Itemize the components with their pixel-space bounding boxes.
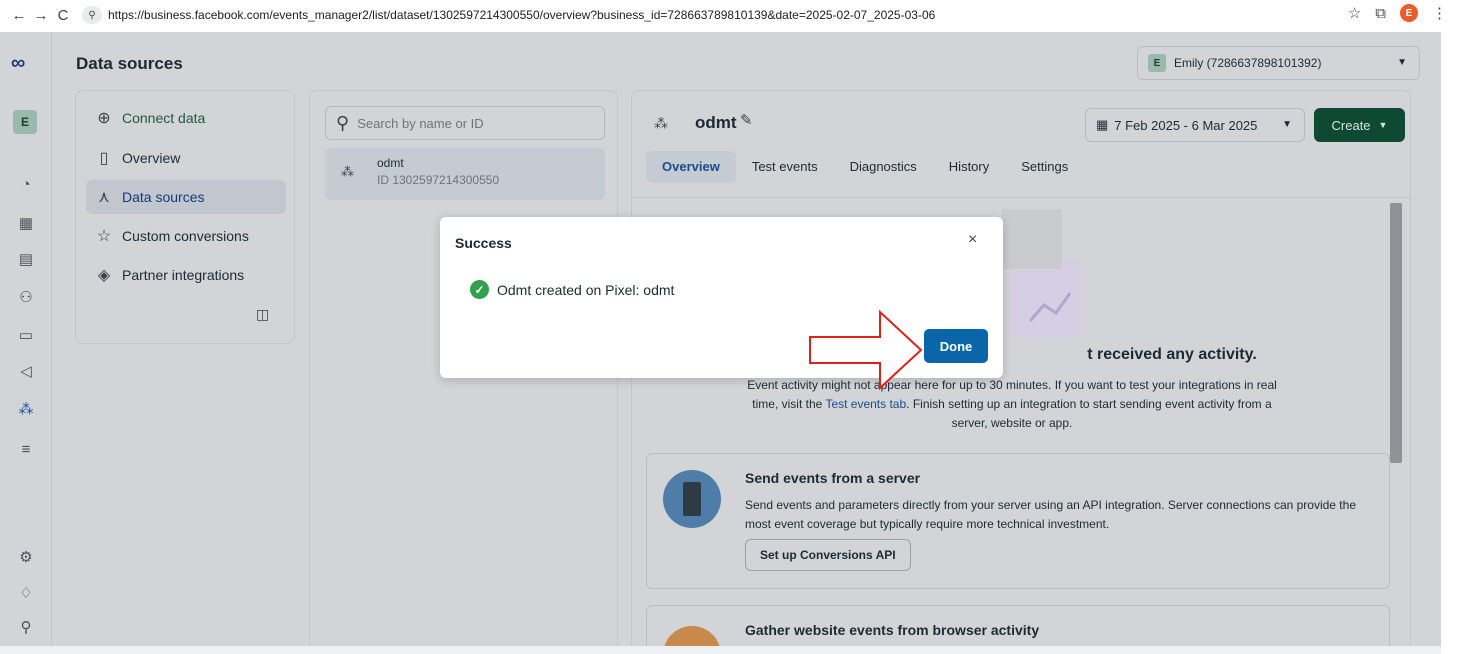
tab-settings[interactable]: Settings bbox=[1005, 151, 1084, 183]
close-icon[interactable]: × bbox=[968, 231, 977, 249]
date-range-label: 7 Feb 2025 - 6 Mar 2025 bbox=[1114, 117, 1258, 133]
nav-connect-data[interactable]: ⊕ Connect data bbox=[86, 101, 286, 135]
server-icon bbox=[663, 470, 721, 528]
dataset-icon: ⁂ bbox=[341, 164, 354, 179]
card-description: Send events and parameters directly from… bbox=[745, 498, 1356, 531]
url-text[interactable]: https://business.facebook.com/events_man… bbox=[108, 8, 935, 22]
extensions-icon[interactable]: ⧉ bbox=[1375, 5, 1386, 22]
empty-desc-part2: . Finish setting up an integration to st… bbox=[906, 397, 1272, 430]
nav-custom-conversions[interactable]: ☆ Custom conversions bbox=[86, 219, 286, 253]
back-icon[interactable]: ← bbox=[8, 7, 30, 24]
forward-icon[interactable]: → bbox=[30, 7, 52, 24]
card-title: Gather website events from browser activ… bbox=[745, 622, 1040, 638]
done-button[interactable]: Done bbox=[924, 329, 988, 363]
dataset-name: odmt bbox=[377, 156, 404, 170]
account-name: Emily (7286637898101392) bbox=[1174, 56, 1322, 70]
success-check-icon: ✓ bbox=[470, 280, 489, 299]
page-title: Data sources bbox=[76, 54, 183, 73]
puzzle-illustration bbox=[1002, 209, 1082, 339]
tab-test-events[interactable]: Test events bbox=[736, 151, 834, 183]
nav-label: Overview bbox=[122, 150, 181, 166]
tab-overview[interactable]: Overview bbox=[646, 151, 736, 183]
megaphone-icon[interactable]: ◁ bbox=[16, 362, 36, 382]
search-icon[interactable]: ⚲ bbox=[16, 618, 36, 638]
pages-icon[interactable]: ▤ bbox=[16, 250, 36, 270]
detail-tabs: Overview Test events Diagnostics History… bbox=[646, 151, 1084, 183]
audience-icon[interactable]: ⚇ bbox=[16, 288, 36, 308]
tab-history[interactable]: History bbox=[933, 151, 1005, 183]
annotation-arrow-icon bbox=[809, 310, 923, 391]
date-range-picker[interactable]: ▦ 7 Feb 2025 - 6 Mar 2025 ▼ bbox=[1085, 108, 1305, 142]
browser-menu-icon[interactable]: ⋮ bbox=[1432, 4, 1447, 22]
site-info-icon[interactable]: ⚲ bbox=[82, 6, 102, 24]
plus-circle-icon: ⊕ bbox=[97, 110, 111, 127]
caret-down-icon: ▼ bbox=[1397, 57, 1407, 68]
handshake-icon: ◈ bbox=[97, 267, 111, 284]
caret-down-icon: ▼ bbox=[1378, 120, 1388, 130]
search-icon: ⚲ bbox=[336, 112, 350, 133]
dataset-icon: ⁂ bbox=[654, 115, 668, 131]
data-sources-icon: ⋏ bbox=[98, 189, 110, 206]
nav-data-sources[interactable]: ⋏ Data sources bbox=[86, 180, 286, 214]
bottom-strip bbox=[0, 646, 1441, 654]
nav-label: Partner integrations bbox=[122, 267, 245, 283]
billing-icon[interactable]: ▭ bbox=[16, 326, 36, 346]
success-message: Odmt created on Pixel: odmt bbox=[497, 282, 675, 298]
setup-conversions-api-button[interactable]: Set up Conversions API bbox=[745, 539, 911, 571]
create-label: Create bbox=[1331, 117, 1371, 133]
nav-overview[interactable]: ▯ Overview bbox=[86, 141, 286, 175]
scrollbar[interactable] bbox=[1390, 203, 1402, 463]
table-icon[interactable]: ▦ bbox=[16, 214, 36, 234]
address-bar[interactable]: ⚲ https://business.facebook.com/events_m… bbox=[82, 3, 935, 27]
account-selector[interactable]: E Emily (7286637898101392) ▼ bbox=[1137, 46, 1420, 80]
page-margin bbox=[1441, 32, 1461, 654]
nav-label: Data sources bbox=[122, 189, 205, 205]
star-circle-icon: ☆ bbox=[96, 228, 112, 245]
dataset-id: ID 1302597214300550 bbox=[377, 173, 500, 187]
tab-diagnostics[interactable]: Diagnostics bbox=[834, 151, 933, 183]
nav-label: Connect data bbox=[122, 110, 206, 126]
meta-logo-icon[interactable]: ∞ bbox=[11, 52, 25, 75]
account-badge[interactable]: E bbox=[13, 110, 37, 134]
profile-avatar[interactable]: E bbox=[1400, 4, 1418, 22]
dashboard-icon[interactable]: ◔ bbox=[16, 175, 36, 195]
left-rail: ∞ E ◔ ▦ ▤ ⚇ ▭ ◁ ⁂ ≡ ⚙ ♢ ⚲ bbox=[0, 32, 52, 654]
settings-icon[interactable]: ⚙ bbox=[16, 548, 36, 568]
nav-partner-integrations[interactable]: ◈ Partner integrations bbox=[86, 258, 286, 292]
create-button[interactable]: Create ▼ bbox=[1314, 108, 1405, 142]
search-placeholder: Search by name or ID bbox=[357, 115, 484, 131]
calendar-icon: ▦ bbox=[1096, 117, 1109, 132]
collapse-panel-icon[interactable]: ◫ bbox=[256, 306, 269, 323]
empty-title-text: t received any activity. bbox=[1087, 346, 1257, 363]
dialog-title: Success bbox=[455, 235, 512, 251]
bookmark-star-icon[interactable]: ☆ bbox=[1348, 4, 1361, 22]
dataset-title: odmt bbox=[695, 113, 737, 132]
account-badge-small: E bbox=[1148, 54, 1166, 72]
events-manager-icon[interactable]: ⁂ bbox=[16, 400, 36, 420]
caret-down-icon: ▼ bbox=[1282, 119, 1292, 130]
overview-icon: ▯ bbox=[99, 150, 109, 167]
dataset-list-item[interactable]: ⁂ odmt ID 1302597214300550 bbox=[325, 148, 605, 200]
edit-pencil-icon[interactable]: ✎ bbox=[740, 111, 753, 129]
nav-label: Custom conversions bbox=[122, 228, 249, 244]
divider bbox=[632, 197, 1410, 198]
server-events-card: Send events from a server Send events an… bbox=[646, 453, 1390, 589]
card-title: Send events from a server bbox=[745, 470, 921, 486]
search-input[interactable]: ⚲ Search by name or ID bbox=[325, 106, 605, 140]
notifications-icon[interactable]: ♢ bbox=[16, 584, 36, 604]
browser-toolbar: ← → C ⚲ https://business.facebook.com/ev… bbox=[0, 0, 1461, 30]
side-nav-panel: ⊕ Connect data ▯ Overview ⋏ Data sources… bbox=[75, 90, 295, 344]
reload-icon[interactable]: C bbox=[52, 7, 74, 24]
menu-icon[interactable]: ≡ bbox=[16, 440, 36, 460]
